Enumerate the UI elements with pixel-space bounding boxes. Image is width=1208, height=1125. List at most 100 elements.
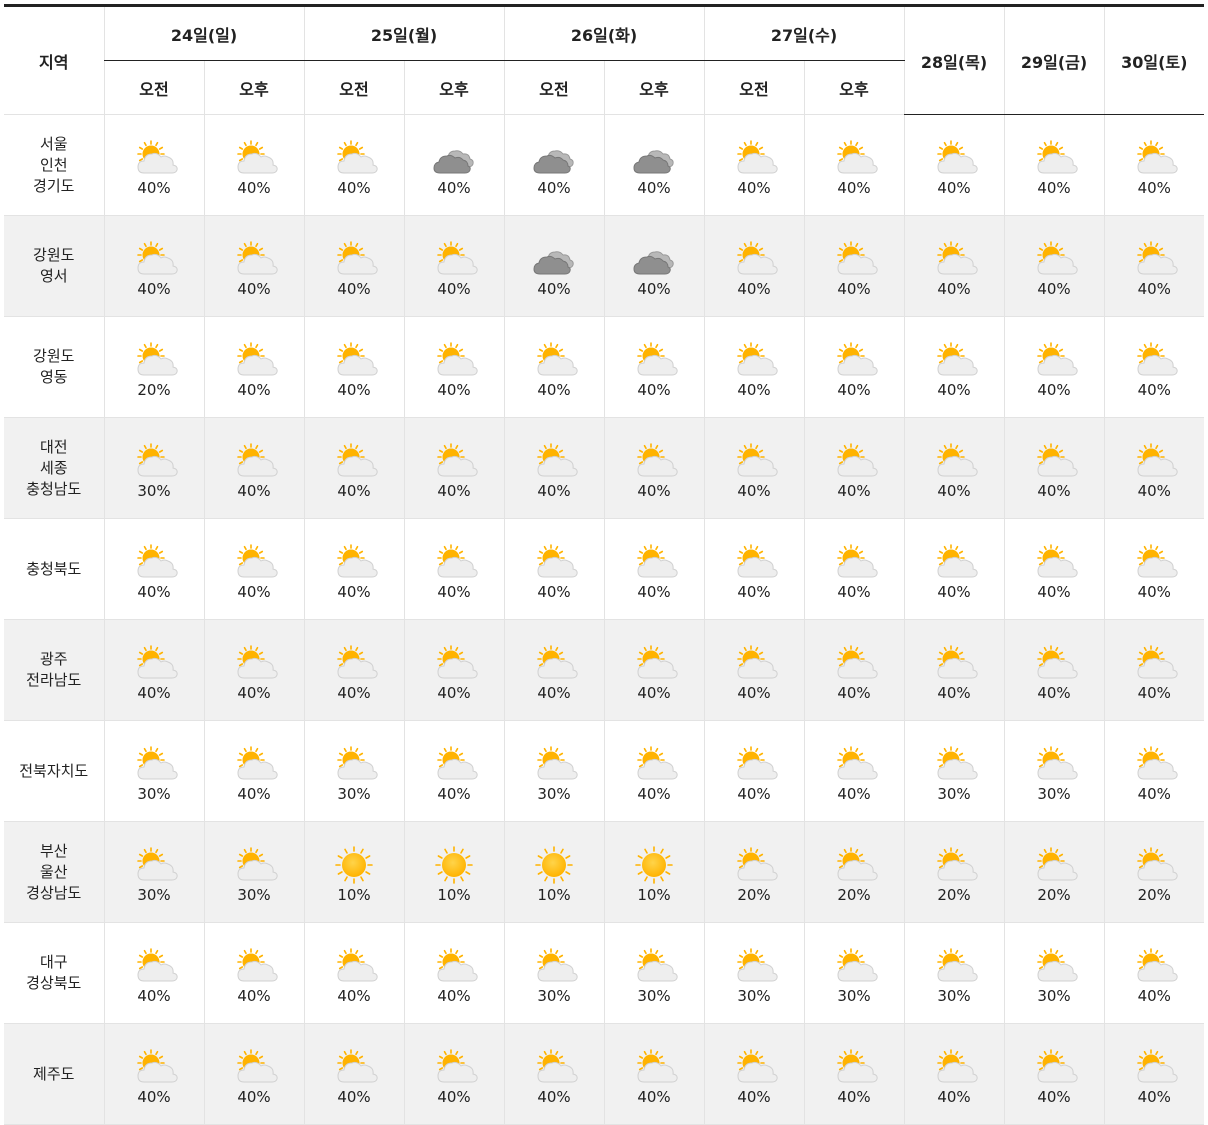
partly-cloudy-icon [730,739,778,783]
partly-cloudy-icon [130,133,178,177]
partly-cloudy-icon [530,335,578,379]
region-name: 강원도 영서 [33,246,75,285]
precipitation-probability: 40% [437,684,471,702]
precipitation-probability: 40% [337,482,371,500]
partly-cloudy-icon [1130,335,1178,379]
region-cell: 전북자치도 [4,720,104,822]
partly-cloudy-icon [730,941,778,985]
forecast-cell: 40% [403,720,504,822]
partly-cloudy-icon [430,234,478,278]
partly-cloudy-icon [330,133,378,177]
precipitation-probability: 40% [937,179,971,197]
region-cell: 광주 전라남도 [4,619,104,721]
forecast-cell: 40% [1003,619,1104,721]
precipitation-probability: 40% [637,684,671,702]
partly-cloudy-icon [130,1042,178,1086]
forecast-cell: 40% [303,316,404,418]
partly-cloudy-icon [330,739,378,783]
partly-cloudy-icon [1130,133,1178,177]
am-header: 오전 [503,60,604,115]
forecast-cell: 40% [803,114,904,216]
am-header: 오전 [303,60,404,115]
precipitation-probability: 40% [1037,1088,1071,1106]
partly-cloudy-icon [430,638,478,682]
precipitation-probability: 40% [937,280,971,298]
forecast-cell: 40% [903,1023,1004,1125]
partly-cloudy-icon [1130,840,1178,884]
precipitation-probability: 40% [1037,179,1071,197]
forecast-cell: 40% [703,417,804,519]
precipitation-probability: 40% [637,1088,671,1106]
partly-cloudy-icon [1030,537,1078,581]
precipitation-probability: 20% [737,886,771,904]
precipitation-probability: 40% [437,987,471,1005]
day-header: 24일(일) [103,5,304,61]
forecast-cell: 30% [903,720,1004,822]
region-name: 전북자치도 [19,761,89,780]
forecast-cell: 40% [203,720,304,822]
forecast-cell: 30% [1003,720,1104,822]
region-cell: 서울 인천 경기도 [4,114,104,216]
region-cell: 대구 경상북도 [4,922,104,1024]
partly-cloudy-icon [930,739,978,783]
region-cell: 제주도 [4,1023,104,1125]
precipitation-probability: 40% [537,583,571,601]
partly-cloudy-icon [730,436,778,480]
partly-cloudy-icon [230,840,278,884]
precipitation-probability: 30% [837,987,871,1005]
precipitation-probability: 40% [437,280,471,298]
partly-cloudy-icon [1030,335,1078,379]
partly-cloudy-icon [330,1042,378,1086]
partly-cloudy-icon [730,335,778,379]
precipitation-probability: 40% [637,179,671,197]
table-row: 대전 세종 충청남도 30% 40% 40% 40% 40% 40% 40% 40% 40% 40%… [4,417,1204,519]
partly-cloudy-icon [1030,436,1078,480]
precipitation-probability: 40% [837,381,871,399]
precipitation-probability: 40% [1037,684,1071,702]
precipitation-probability: 40% [237,987,271,1005]
partly-cloudy-icon [330,335,378,379]
precipitation-probability: 10% [437,886,471,904]
partly-cloudy-icon [230,1042,278,1086]
partly-cloudy-icon [1030,638,1078,682]
precipitation-probability: 40% [337,280,371,298]
forecast-cell: 40% [703,215,804,317]
forecast-cell: 10% [403,821,504,923]
forecast-cell: 40% [503,1023,604,1125]
forecast-cell: 40% [403,417,504,519]
partly-cloudy-icon [230,941,278,985]
region-cell: 강원도 영동 [4,316,104,418]
precipitation-probability: 40% [1137,179,1171,197]
forecast-cell: 20% [903,821,1004,923]
partly-cloudy-icon [430,941,478,985]
table-row: 광주 전라남도 40% 40% 40% 40% 40% 40% 40% 40% 40% 40% 40% [4,619,1204,721]
partly-cloudy-icon [1130,638,1178,682]
forecast-cell: 40% [703,518,804,620]
partly-cloudy-icon [130,840,178,884]
partly-cloudy-icon [230,638,278,682]
precipitation-probability: 40% [737,280,771,298]
forecast-cell: 40% [403,215,504,317]
precipitation-probability: 40% [237,482,271,500]
forecast-cell: 40% [203,619,304,721]
partly-cloudy-icon [830,840,878,884]
precipitation-probability: 20% [137,381,171,399]
sunny-icon [630,840,678,884]
region-cell: 부산 울산 경상남도 [4,821,104,923]
precipitation-probability: 40% [237,583,271,601]
forecast-cell: 40% [803,720,904,822]
forecast-cell: 10% [303,821,404,923]
precipitation-probability: 20% [937,886,971,904]
forecast-cell: 30% [703,922,804,1024]
region-name: 대구 경상북도 [26,953,82,992]
precipitation-probability: 40% [437,482,471,500]
precipitation-probability: 40% [737,482,771,500]
forecast-cell: 40% [103,1023,204,1125]
precipitation-probability: 40% [537,381,571,399]
forecast-cell: 40% [803,417,904,519]
partly-cloudy-icon [830,234,878,278]
partly-cloudy-icon [830,739,878,783]
partly-cloudy-icon [530,537,578,581]
forecast-cell: 40% [703,720,804,822]
forecast-cell: 40% [303,417,404,519]
